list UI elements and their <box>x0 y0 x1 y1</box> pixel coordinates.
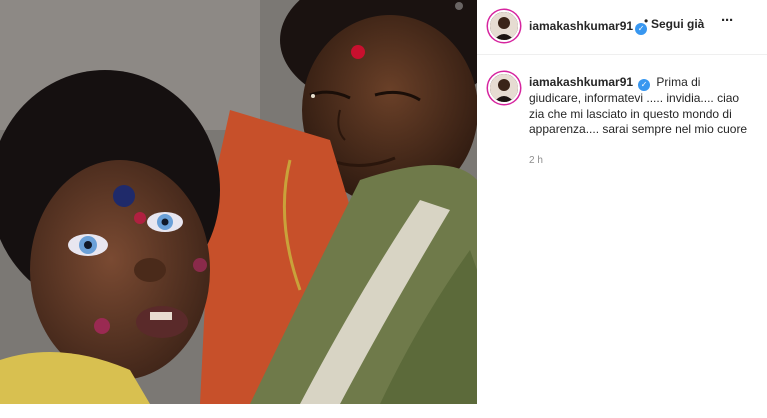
more-options-icon[interactable]: ··· <box>721 12 734 29</box>
photo-illustration <box>0 0 477 404</box>
post-caption: iamakashkumar91 ✓ Prima di giudicare, inf… <box>529 75 749 138</box>
caption-username-link[interactable]: iamakashkumar91 <box>529 75 633 89</box>
carousel-indicator <box>455 2 463 10</box>
bottom-border <box>0 404 767 418</box>
post-photo[interactable] <box>0 0 477 404</box>
post-timestamp[interactable]: 2 h <box>529 155 543 166</box>
avatar-image <box>490 12 518 40</box>
avatar-image <box>490 74 518 102</box>
author-name[interactable]: iamakashkumar91 ✓ <box>529 17 648 35</box>
follow-button[interactable]: Segui già <box>651 17 704 31</box>
post-sidebar: iamakashkumar91 ✓ • Segui già ··· iamakas… <box>477 0 767 404</box>
caption-avatar[interactable] <box>488 72 520 104</box>
username-link[interactable]: iamakashkumar91 <box>529 19 633 33</box>
separator-dot: • <box>644 14 649 28</box>
post-header: iamakashkumar91 ✓ • Segui già ··· <box>477 0 767 55</box>
avatar[interactable] <box>488 10 520 42</box>
verified-icon: ✓ <box>638 79 651 91</box>
